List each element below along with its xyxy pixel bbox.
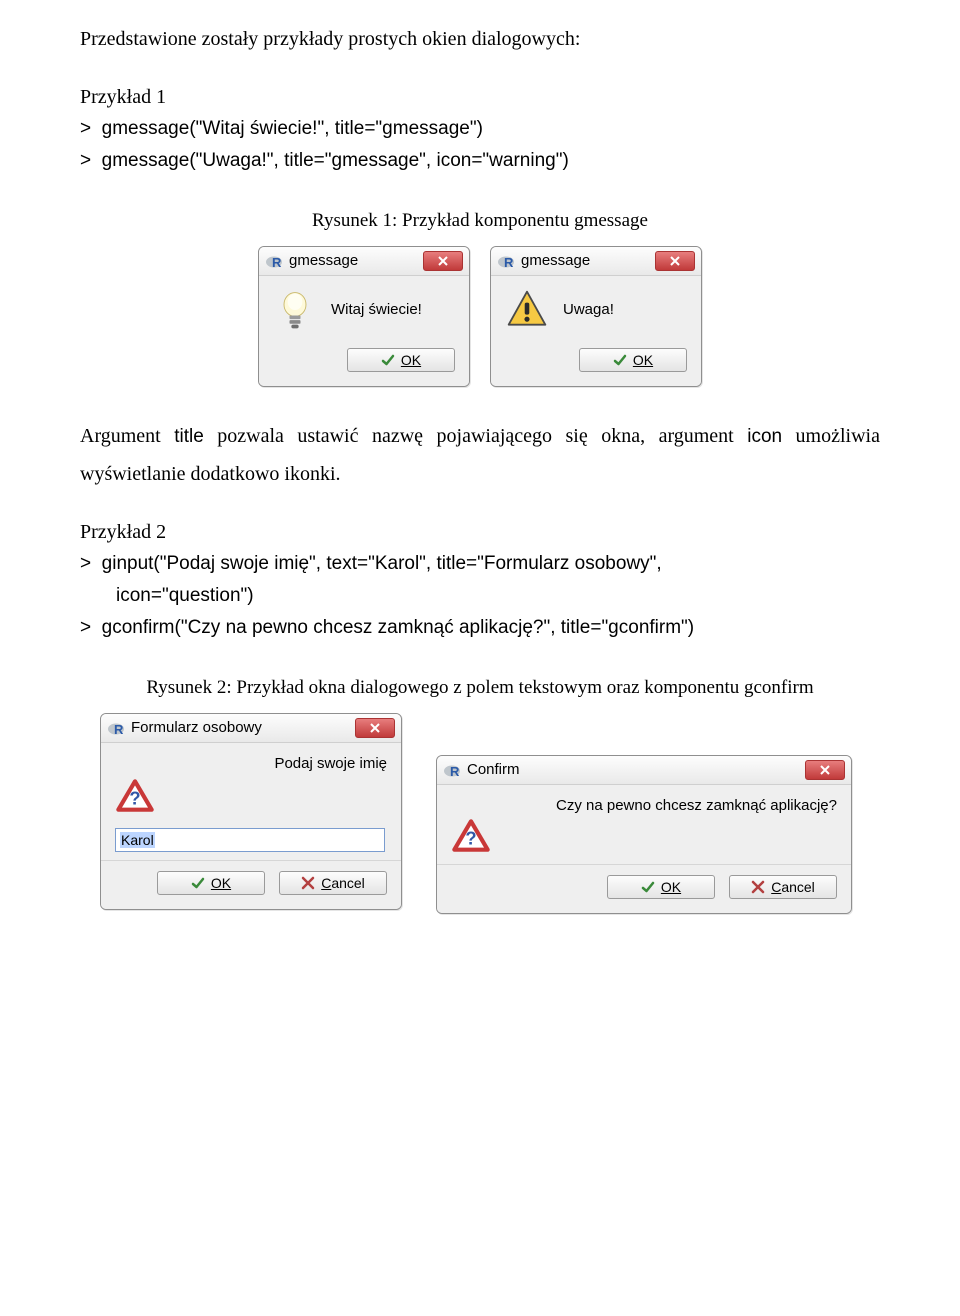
figure2-caption: Rysunek 2: Przykład okna dialogowego z p…: [100, 677, 860, 699]
cancel-x-icon: [301, 876, 315, 890]
ok-check-icon: [613, 353, 627, 367]
dialog-button-row: OK Cancel: [101, 861, 401, 909]
svg-text:R: R: [450, 764, 460, 779]
question-icon: ?: [451, 818, 491, 858]
ok-check-icon: [641, 880, 655, 894]
cancel-button[interactable]: Cancel: [279, 871, 387, 895]
code1-line1: > gmessage("Witaj świecie!", title="gmes…: [80, 113, 880, 145]
name-input[interactable]: Karol: [115, 828, 385, 852]
close-button[interactable]: [655, 251, 695, 271]
ok-check-icon: [381, 353, 395, 367]
code2-line3: > gconfirm("Czy na pewno chcesz zamknąć …: [80, 612, 880, 644]
r-app-icon: R: [107, 719, 125, 737]
dialog-input-row: Karol: [101, 824, 401, 860]
svg-text:R: R: [272, 255, 282, 270]
svg-text:R: R: [504, 255, 514, 270]
figure1-caption: Rysunek 1: Przykład komponentu gmessage: [80, 210, 880, 232]
ok-label: OK: [401, 352, 421, 368]
dialog-message: Witaj świecie!: [331, 301, 422, 318]
paragraph-title-icon: Argument title pozwala ustawić nazwę poj…: [80, 417, 880, 493]
dialog-gmessage-warning: R gmessage Uwaga!: [490, 246, 702, 387]
dialog-message: Podaj swoje imię: [115, 755, 387, 772]
dialog-title: Formularz osobowy: [131, 719, 349, 736]
titlebar: R gmessage: [259, 247, 469, 276]
r-app-icon: R: [497, 252, 515, 270]
dialog-body: Podaj swoje imię: [101, 743, 401, 778]
figure2: R Formularz osobowy Podaj swoje imię ?: [100, 713, 880, 914]
dialog-message: Uwaga!: [563, 301, 614, 318]
ok-label: OK: [633, 352, 653, 368]
close-button[interactable]: [805, 760, 845, 780]
warning-icon: [505, 288, 549, 332]
dialog-title: gmessage: [521, 252, 649, 269]
dialog-message: Czy na pewno chcesz zamknąć aplikację?: [451, 797, 837, 814]
close-button[interactable]: [423, 251, 463, 271]
svg-text:?: ?: [465, 827, 476, 848]
dialog-gmessage-info: R gmessage Witaj świecie!: [258, 246, 470, 387]
close-button[interactable]: [355, 718, 395, 738]
code-icon: icon: [747, 426, 782, 447]
titlebar: R Formularz osobowy: [101, 714, 401, 743]
dialog-title: Confirm: [467, 761, 799, 778]
svg-text:R: R: [114, 722, 124, 737]
figure1: R gmessage Witaj świecie!: [80, 246, 880, 387]
code-title: title: [174, 426, 204, 447]
cancel-x-icon: [751, 880, 765, 894]
dialog-gconfirm: R Confirm Czy na pewno chcesz zamknąć ap…: [436, 755, 852, 914]
dialog-button-row: OK: [259, 338, 469, 386]
dialog-ginput: R Formularz osobowy Podaj swoje imię ?: [100, 713, 402, 910]
svg-text:?: ?: [129, 787, 140, 808]
intro-paragraph: Przedstawione zostały przykłady prostych…: [80, 20, 880, 58]
txt: pozwala ustawić nazwę pojawiającego się …: [204, 425, 747, 447]
ok-label: OK: [661, 879, 681, 895]
input-value: Karol: [120, 832, 155, 848]
dialog-body: Czy na pewno chcesz zamknąć aplikację?: [437, 785, 851, 814]
r-app-icon: R: [265, 252, 283, 270]
cancel-button[interactable]: Cancel: [729, 875, 837, 899]
ok-label: OK: [211, 875, 231, 891]
example2-label: Przykład 2: [80, 521, 880, 544]
dialog-icon-row: ?: [437, 814, 851, 864]
ok-button[interactable]: OK: [607, 875, 715, 899]
dialog-body: Uwaga!: [491, 276, 701, 338]
dialog-button-row: OK Cancel: [437, 865, 851, 913]
ok-check-icon: [191, 876, 205, 890]
code2-line2: icon="question"): [80, 580, 880, 612]
dialog-title: gmessage: [289, 252, 417, 269]
dialog-button-row: OK: [491, 338, 701, 386]
txt: Argument: [80, 425, 174, 447]
code1-line2: > gmessage("Uwaga!", title="gmessage", i…: [80, 145, 880, 177]
ok-button[interactable]: OK: [347, 348, 455, 372]
r-app-icon: R: [443, 761, 461, 779]
dialog-icon-row: ?: [101, 778, 401, 824]
titlebar: R gmessage: [491, 247, 701, 276]
lightbulb-icon: [273, 288, 317, 332]
cancel-label: Cancel: [771, 879, 815, 895]
ok-button[interactable]: OK: [579, 348, 687, 372]
cancel-label: Cancel: [321, 875, 365, 891]
example1-label: Przykład 1: [80, 86, 880, 109]
ok-button[interactable]: OK: [157, 871, 265, 895]
dialog-body: Witaj świecie!: [259, 276, 469, 338]
titlebar: R Confirm: [437, 756, 851, 785]
question-icon: ?: [115, 778, 155, 818]
code2-line1: > ginput("Podaj swoje imię", text="Karol…: [80, 548, 880, 580]
